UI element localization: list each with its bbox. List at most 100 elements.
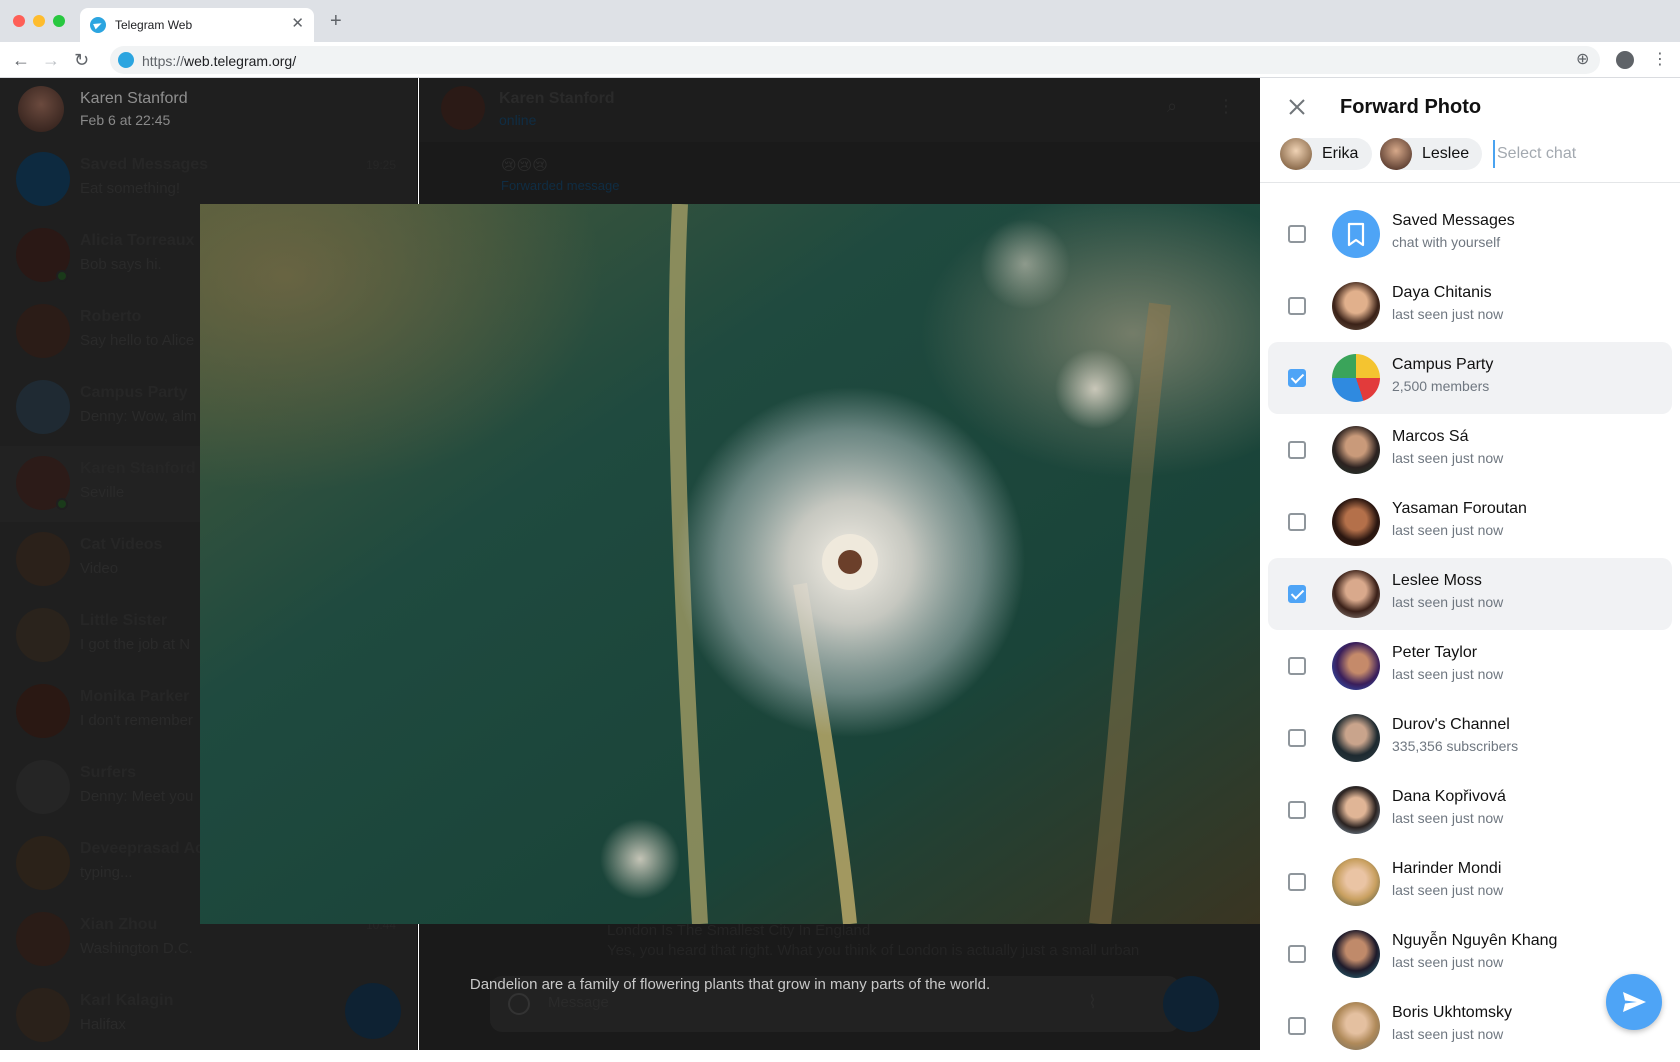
link-preview-text: Yes, you heard that right. What you thin… xyxy=(607,942,1140,959)
selected-chip-erika[interactable]: Erika xyxy=(1280,138,1372,170)
chip-label: Erika xyxy=(1322,145,1359,162)
new-tab-button[interactable]: + xyxy=(330,11,342,31)
chat-title: Karen Stanford xyxy=(499,90,615,107)
media-viewer-photo[interactable] xyxy=(200,204,1260,924)
dandelion-photo xyxy=(200,204,1260,924)
chat-name: Saved Messages xyxy=(80,156,209,173)
bookmark-icon xyxy=(1347,222,1365,247)
avatar xyxy=(1332,570,1380,618)
row-status: chat with yourself xyxy=(1392,234,1501,250)
row-name: Harinder Mondi xyxy=(1392,860,1502,877)
forward-row[interactable]: Yasaman Foroutan last seen just now xyxy=(1268,486,1672,558)
row-status: last seen just now xyxy=(1392,594,1504,610)
chat-avatar[interactable] xyxy=(441,86,485,130)
chat-name: Karen Stanford xyxy=(80,460,196,477)
checkbox[interactable] xyxy=(1288,945,1306,963)
checkbox[interactable] xyxy=(1288,873,1306,891)
profile-icon[interactable] xyxy=(1616,51,1634,69)
avatar xyxy=(16,912,70,966)
close-window-button[interactable] xyxy=(13,15,25,27)
attach-icon[interactable]: ⌇ xyxy=(1088,992,1097,1013)
avatar xyxy=(16,684,70,738)
avatar xyxy=(16,608,70,662)
avatar xyxy=(1332,642,1380,690)
avatar xyxy=(1332,426,1380,474)
checkbox[interactable] xyxy=(1288,729,1306,747)
send-icon xyxy=(1623,992,1646,1012)
avatar xyxy=(16,836,70,890)
emoji-icon[interactable] xyxy=(508,993,530,1015)
row-status: last seen just now xyxy=(1392,306,1504,322)
maximize-window-button[interactable] xyxy=(53,15,65,27)
panel-title: Forward Photo xyxy=(1340,96,1482,118)
checkbox-checked[interactable] xyxy=(1288,585,1306,603)
divider xyxy=(1260,182,1680,183)
avatar xyxy=(16,532,70,586)
row-name: Daya Chitanis xyxy=(1392,284,1492,301)
select-chat-input[interactable] xyxy=(1493,140,1663,168)
row-status: last seen just now xyxy=(1392,522,1504,538)
forward-row[interactable]: Harinder Mondi last seen just now xyxy=(1268,846,1672,918)
forward-row[interactable]: Marcos Sá last seen just now xyxy=(1268,414,1672,486)
message-input[interactable]: Message xyxy=(548,994,609,1011)
row-name: Peter Taylor xyxy=(1392,644,1478,661)
reload-icon[interactable]: ↻ xyxy=(74,50,89,70)
avatar xyxy=(1332,714,1380,762)
avatar xyxy=(1332,930,1380,978)
checkbox[interactable] xyxy=(1288,441,1306,459)
browser-tab[interactable]: Telegram Web ✕ xyxy=(80,8,314,42)
forward-row[interactable]: Campus Party 2,500 members xyxy=(1268,342,1672,414)
chat-name: Cat Videos xyxy=(80,536,163,553)
row-name: Yasaman Foroutan xyxy=(1392,500,1527,517)
saved-messages-avatar xyxy=(1332,210,1380,258)
checkbox-checked[interactable] xyxy=(1288,369,1306,387)
forward-icon[interactable]: → xyxy=(42,50,60,70)
back-icon[interactable]: ← xyxy=(12,50,30,70)
send-button[interactable] xyxy=(1606,974,1662,1030)
row-status: last seen just now xyxy=(1392,1026,1504,1042)
message-emoji: 😢😢😢 xyxy=(501,157,548,174)
telegram-favicon-icon xyxy=(90,17,106,33)
forward-row[interactable]: Daya Chitanis last seen just now xyxy=(1268,270,1672,342)
forwarded-label: Forwarded message xyxy=(501,178,620,193)
browser-tab-bar: Telegram Web ✕ + xyxy=(0,0,1680,42)
address-bar[interactable]: https://web.telegram.org/ xyxy=(110,46,1600,74)
checkbox[interactable] xyxy=(1288,1017,1306,1035)
checkbox[interactable] xyxy=(1288,297,1306,315)
minimize-window-button[interactable] xyxy=(33,15,45,27)
chat-preview: Denny: Wow, alm xyxy=(80,408,197,425)
forward-row[interactable]: Leslee Moss last seen just now xyxy=(1268,558,1672,630)
checkbox[interactable] xyxy=(1288,657,1306,675)
online-indicator xyxy=(56,498,68,510)
forward-row[interactable]: Durov's Channel 335,356 subscribers xyxy=(1268,702,1672,774)
avatar xyxy=(1332,858,1380,906)
avatar xyxy=(1332,786,1380,834)
avatar xyxy=(16,988,70,1042)
checkbox[interactable] xyxy=(1288,513,1306,531)
forward-row[interactable]: Peter Taylor last seen just now xyxy=(1268,630,1672,702)
search-icon[interactable]: ⌕ xyxy=(1167,96,1177,117)
checkbox[interactable] xyxy=(1288,801,1306,819)
row-name: Leslee Moss xyxy=(1392,572,1482,589)
forward-row[interactable]: Dana Kopřivová last seen just now xyxy=(1268,774,1672,846)
forward-row[interactable]: Saved Messages chat with yourself xyxy=(1268,198,1672,270)
forward-panel: Forward Photo Erika Leslee Saved Message… xyxy=(1260,78,1680,1050)
profile-avatar[interactable] xyxy=(18,86,64,132)
row-status: last seen just now xyxy=(1392,450,1504,466)
chat-preview: Denny: Meet you xyxy=(80,788,194,805)
close-tab-icon[interactable]: ✕ xyxy=(291,15,304,33)
chat-preview: Halifax xyxy=(80,1016,126,1033)
chat-name: Deveeprasad Ach xyxy=(80,840,214,857)
more-icon[interactable]: ⋮ xyxy=(1217,96,1235,117)
selected-chip-leslee[interactable]: Leslee xyxy=(1380,138,1482,170)
chat-name: Campus Party xyxy=(80,384,188,401)
chat-preview: typing... xyxy=(80,864,133,881)
add-bookmark-icon[interactable]: ⊕ xyxy=(1576,51,1589,69)
avatar xyxy=(1332,354,1380,402)
row-status: last seen just now xyxy=(1392,954,1504,970)
close-icon[interactable] xyxy=(1284,94,1310,120)
checkbox[interactable] xyxy=(1288,225,1306,243)
chat-status: online xyxy=(499,112,537,128)
menu-kebab-icon[interactable]: ⋮ xyxy=(1652,51,1668,69)
photo-caption: Dandelion are a family of flowering plan… xyxy=(469,976,991,993)
